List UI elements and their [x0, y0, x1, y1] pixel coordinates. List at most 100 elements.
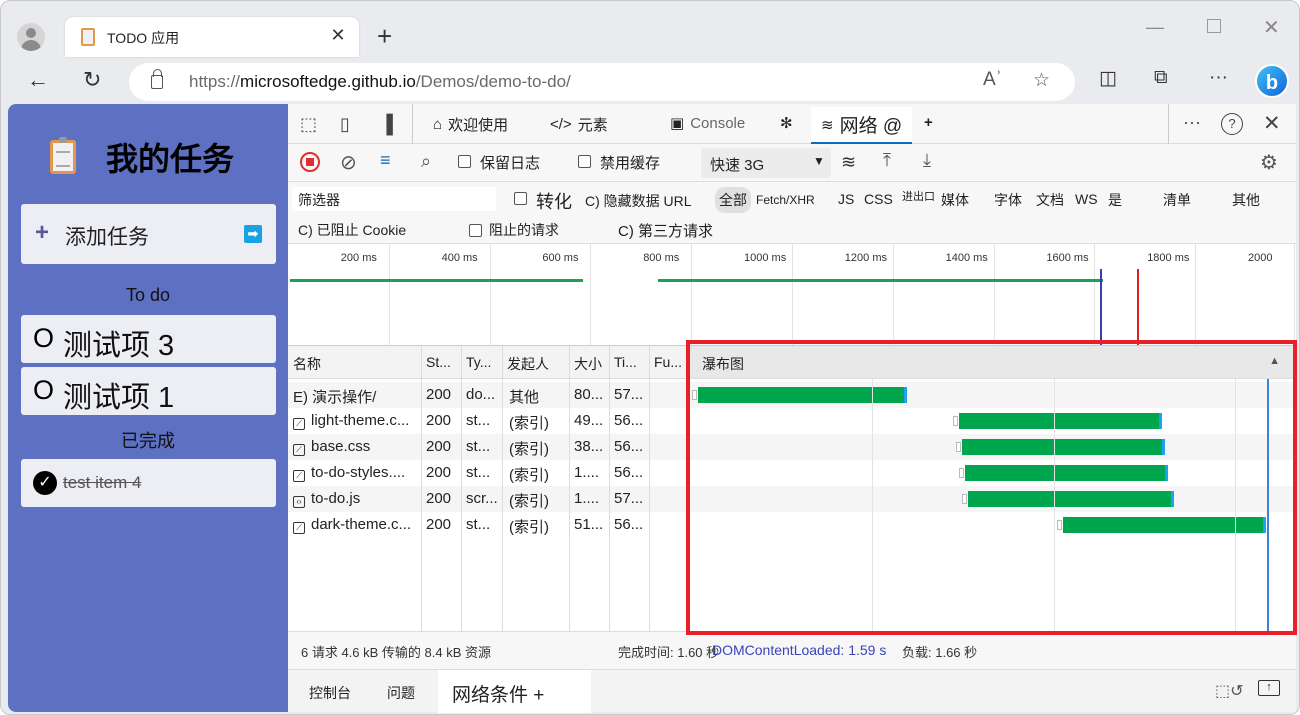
import-har-icon[interactable]: ⤒ — [883, 150, 891, 171]
minimize-icon[interactable]: — — [1146, 17, 1164, 38]
submit-arrow-icon[interactable]: ➡ — [244, 225, 262, 243]
lock-icon[interactable] — [151, 69, 163, 89]
filter-type-media[interactable]: 媒体 — [941, 190, 969, 210]
checkmark-icon[interactable]: ✓ — [33, 471, 57, 495]
clear-icon[interactable]: ⊘ — [340, 150, 357, 175]
col-header-fulfilled[interactable]: Fu... — [649, 346, 689, 379]
col-header-status[interactable]: St... — [421, 346, 461, 379]
filter-icon[interactable]: ≡ — [380, 150, 391, 171]
blocked-requests-checkbox[interactable] — [469, 224, 482, 237]
filter-type-wasm[interactable]: 是 — [1108, 190, 1122, 210]
col-header-time[interactable]: Ti... — [609, 346, 649, 379]
request-row[interactable]: E) 演示操作/200 do... 其他 80... 57... — [288, 382, 1296, 408]
collections-icon[interactable]: ⧉ — [1154, 67, 1168, 89]
waterfall-bar[interactable] — [959, 413, 1162, 429]
col-header-waterfall[interactable]: 瀑布图 ▲ — [689, 346, 1296, 379]
request-row[interactable]: ⟋ dark-theme.c... 200 st... (索引) 51... 56... — [288, 512, 1296, 538]
maximize-icon[interactable] — [1207, 19, 1221, 33]
col-header-initiator[interactable]: 发起人 — [502, 346, 569, 379]
inspect-element-icon[interactable]: ⬚ — [300, 114, 317, 135]
request-row[interactable]: ⟋ light-theme.c... 200 st... (索引) 49... 56... — [288, 408, 1296, 434]
throttle-select[interactable]: 快速 3G ▼ — [701, 148, 831, 178]
third-party-checkbox[interactable]: C) 第三方请求 — [618, 220, 713, 241]
network-overview[interactable]: 200 ms 400 ms 600 ms 800 ms 1000 ms 1200 ms 14… — [288, 244, 1296, 346]
hide-data-urls-checkbox[interactable]: C) 隐藏数据 URL — [585, 191, 692, 211]
filter-type-css[interactable]: CSS — [864, 191, 893, 207]
col-header-name[interactable]: 名称 — [288, 346, 421, 379]
cell-text: 57... — [614, 490, 644, 507]
incomplete-circle-icon[interactable]: O — [33, 375, 54, 406]
close-tab-icon[interactable]: ✕ — [327, 25, 349, 46]
sort-up-icon[interactable]: ▲ — [1269, 355, 1280, 367]
url-text[interactable]: https://microsoftedge.github.io/Demos/de… — [189, 72, 571, 92]
waterfall-bar[interactable] — [967, 491, 1174, 507]
waterfall-bar[interactable] — [961, 439, 1165, 455]
tab-sources[interactable]: ✻ — [780, 114, 793, 132]
filter-type-fetch-xhr[interactable]: Fetch/XHR — [756, 193, 815, 207]
cell-initiator: (索引) — [509, 490, 549, 511]
read-aloud-icon[interactable]: A͏ʾ — [983, 69, 1002, 91]
more-tools-icon[interactable]: ··· — [1183, 112, 1201, 133]
overview-tick-label: 1200 ms — [844, 252, 887, 264]
todo-app: 我的任务 + 添加任务 ➡ To do O 测试项 3 O 测试项 1 已完成 … — [8, 104, 288, 712]
add-task-input[interactable]: + 添加任务 ➡ — [21, 204, 276, 264]
split-screen-icon[interactable]: ◫ — [1099, 67, 1117, 90]
preserve-log-checkbox[interactable] — [458, 155, 471, 168]
filter-type-font[interactable]: 字体 — [994, 190, 1022, 210]
filter-input[interactable]: 筛选器 — [292, 187, 496, 211]
waterfall-bar[interactable] — [698, 387, 907, 403]
request-row[interactable]: ‹› to-do.js 200 scr... (索引) 1.... 57... — [288, 486, 1296, 512]
invert-checkbox[interactable] — [514, 192, 527, 205]
new-tab-icon[interactable]: + — [377, 21, 392, 52]
drawer-tab-issues[interactable]: 问题 — [387, 683, 415, 703]
export-har-icon[interactable]: ⤓ — [923, 150, 931, 171]
device-emulation-icon[interactable]: ▯ — [340, 114, 350, 135]
disable-cache-checkbox[interactable] — [578, 155, 591, 168]
filter-type-all[interactable]: 全部 — [715, 187, 751, 213]
filter-type-other[interactable]: 其他 — [1232, 190, 1260, 210]
bing-copilot-icon[interactable]: b — [1255, 64, 1289, 98]
cell-size: 49... — [574, 412, 603, 429]
undock-drawer-icon[interactable]: ⬚↺ — [1215, 681, 1244, 701]
filter-type-doc[interactable]: 文档 — [1036, 190, 1064, 210]
done-item[interactable]: ✓ test item 4 — [21, 459, 276, 507]
settings-gear-icon[interactable]: ⚙ — [1260, 150, 1278, 175]
col-header-type[interactable]: Ty... — [461, 346, 502, 379]
network-conditions-icon[interactable]: ≋ — [841, 152, 856, 173]
col-header-size[interactable]: 大小 — [569, 346, 609, 379]
filter-type-img[interactable]: 进出口 — [902, 188, 935, 204]
tab-console[interactable]: ▣ Console — [670, 114, 745, 133]
more-icon[interactable]: ··· — [1209, 67, 1228, 89]
tab-welcome[interactable]: ⌂ 欢迎使用 — [433, 114, 508, 135]
tab-elements[interactable]: </> 元素 — [550, 114, 608, 135]
refresh-icon[interactable]: ↻ — [83, 67, 101, 93]
add-tab-button[interactable]: + — [924, 114, 933, 131]
todo-item[interactable]: O 测试项 3 — [21, 315, 276, 363]
favorite-star-icon[interactable]: ☆ — [1033, 69, 1050, 92]
tab-network[interactable]: ≋ 网络 @ — [811, 107, 913, 144]
request-summary: 6 请求 4.6 kB 传输的 8.4 kB 资源 — [301, 645, 491, 660]
todo-item[interactable]: O 测试项 1 — [21, 367, 276, 415]
address-bar[interactable]: https://microsoftedge.github.io/Demos/de… — [129, 63, 1075, 101]
record-icon[interactable] — [300, 152, 320, 172]
drawer-tab-console[interactable]: 控制台 — [309, 683, 351, 703]
filter-type-manifest[interactable]: 清单 — [1163, 190, 1191, 210]
incomplete-circle-icon[interactable]: O — [33, 323, 54, 354]
request-row[interactable]: ⟋ base.css 200 st... (索引) 38... 56... — [288, 434, 1296, 460]
filter-type-js[interactable]: JS — [838, 191, 854, 207]
search-icon[interactable]: ⌕ — [421, 151, 431, 172]
collapse-drawer-icon[interactable]: ↑ — [1258, 680, 1280, 696]
blocked-cookies-checkbox[interactable]: C) 已阻止 Cookie — [298, 220, 406, 240]
profile-icon[interactable] — [17, 23, 45, 51]
dock-side-icon[interactable]: ▐ — [380, 114, 393, 135]
close-devtools-icon[interactable]: ✕ — [1263, 111, 1281, 136]
back-icon[interactable]: ← — [27, 67, 49, 93]
filter-type-ws[interactable]: WS — [1075, 191, 1098, 207]
close-window-icon[interactable]: ✕ — [1263, 15, 1280, 40]
browser-tab[interactable]: TODO 应用 ✕ — [65, 17, 359, 57]
drawer-tab-network-conditions[interactable]: 网络条件 + — [438, 670, 591, 713]
cell-text: 56... — [614, 516, 644, 533]
help-icon[interactable]: ? — [1221, 113, 1243, 135]
request-row[interactable]: ⟋ to-do-styles.... 200 st... (索引) 1.... 56... — [288, 460, 1296, 486]
waterfall-bar[interactable] — [964, 465, 1168, 481]
